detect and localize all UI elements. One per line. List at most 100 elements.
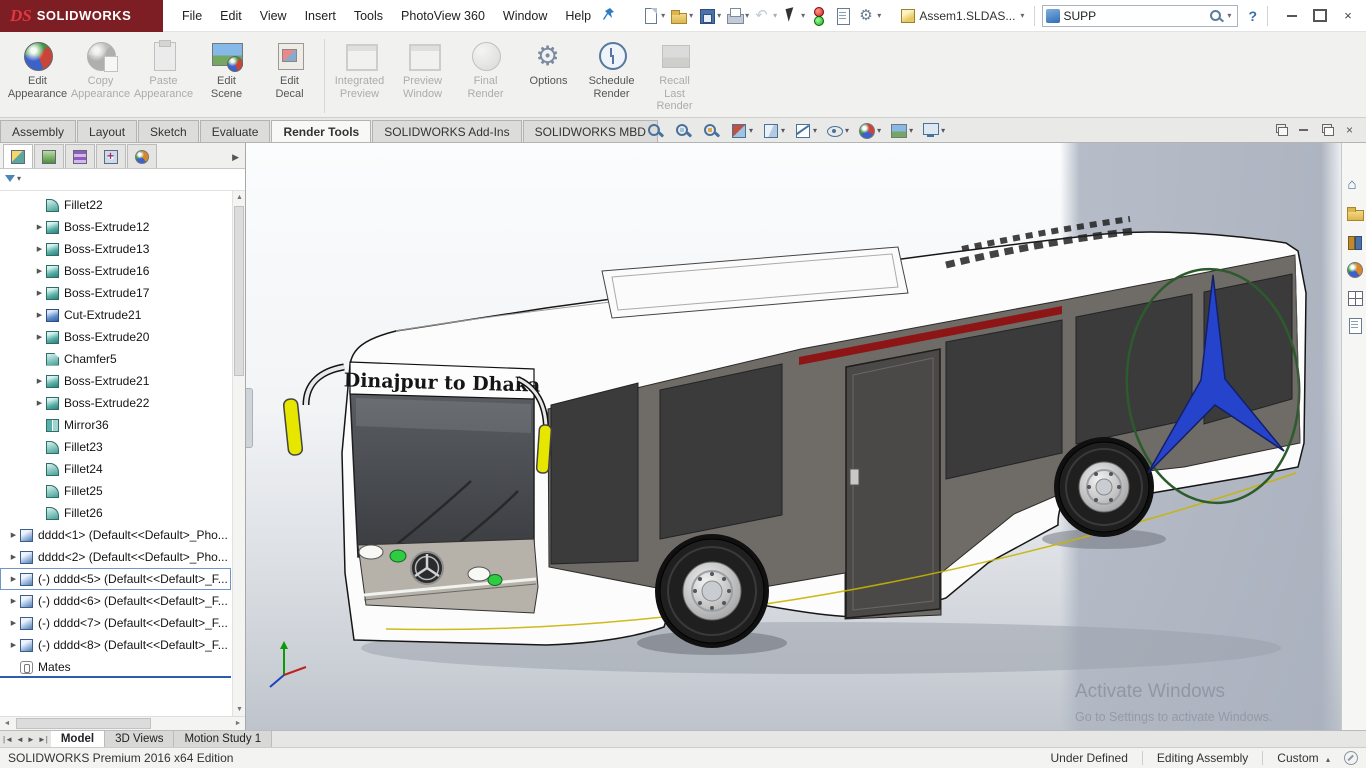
- menu-item[interactable]: Window: [494, 0, 556, 32]
- expand-arrow-icon[interactable]: ▶: [33, 223, 46, 231]
- dropdown-caret-icon[interactable]: ▾: [717, 11, 721, 20]
- expand-arrow-icon[interactable]: ▶: [33, 377, 46, 385]
- hud-button[interactable]: [645, 121, 665, 140]
- toolbar-button[interactable]: ▾: [781, 6, 808, 25]
- tree-item[interactable]: ▶ (-) dddd<7> (Default<<Default>_F...: [0, 612, 231, 634]
- toolbar-button[interactable]: [833, 6, 856, 25]
- expand-arrow-icon[interactable]: ▶: [33, 333, 46, 341]
- dropdown-caret-icon[interactable]: ▾: [1020, 11, 1024, 20]
- copy-appearance-button[interactable]: Copy Appearance: [69, 35, 132, 117]
- help-button[interactable]: ?: [1245, 8, 1260, 24]
- tree-item[interactable]: Mates: [0, 656, 231, 678]
- panel-tab[interactable]: [3, 144, 33, 168]
- hud-button[interactable]: ▾: [729, 121, 753, 140]
- tab-nav-arrow-icon[interactable]: ►|: [38, 735, 48, 744]
- document-maximize-icon[interactable]: [1318, 122, 1335, 137]
- scroll-up-arrow-icon[interactable]: ▲: [233, 191, 245, 204]
- dropdown-caret-icon[interactable]: ▾: [941, 126, 945, 135]
- menu-item[interactable]: View: [251, 0, 296, 32]
- hud-button[interactable]: ▾: [857, 121, 881, 140]
- panel-tab[interactable]: [65, 144, 95, 168]
- hud-button[interactable]: ▾: [761, 121, 785, 140]
- expand-arrow-icon[interactable]: ▶: [33, 245, 46, 253]
- appearances-scenes-icon[interactable]: [1346, 261, 1363, 278]
- schedule-render-button[interactable]: Schedule Render: [580, 35, 643, 117]
- solidworks-resources-icon[interactable]: [1346, 176, 1363, 194]
- tree-item[interactable]: ▶ (-) dddd<5> (Default<<Default>_F...: [0, 568, 231, 590]
- expand-arrow-icon[interactable]: ▶: [33, 311, 46, 319]
- menu-item[interactable]: Edit: [211, 0, 251, 32]
- document-title[interactable]: Assem1.SLDAS... ▾: [901, 8, 1027, 23]
- maximize-button[interactable]: [1307, 5, 1333, 27]
- final-render-button[interactable]: Final Render: [454, 35, 517, 117]
- expand-arrow-icon[interactable]: ▶: [7, 531, 20, 539]
- search-box[interactable]: ▾: [1042, 4, 1239, 27]
- command-tab[interactable]: SOLIDWORKS MBD: [522, 120, 658, 142]
- expand-arrow-icon[interactable]: ▶: [7, 641, 20, 649]
- paste-appearance-button[interactable]: Paste Appearance: [132, 35, 195, 117]
- graphics-viewport[interactable]: Dinajpur to Dhaka Activate Windows Go to…: [246, 143, 1366, 730]
- command-tab[interactable]: SOLIDWORKS Add-Ins: [372, 120, 522, 142]
- tree-item[interactable]: ▶ Boss-Extrude12: [0, 216, 231, 238]
- dropdown-caret-icon[interactable]: ▾: [749, 126, 753, 135]
- toolbar-button[interactable]: [809, 6, 832, 26]
- tree-horizontal-scrollbar[interactable]: ◄ ►: [0, 716, 245, 730]
- close-button[interactable]: ×: [1335, 5, 1361, 27]
- panel-tab[interactable]: [96, 144, 126, 168]
- toolbar-button[interactable]: ▾: [641, 6, 668, 25]
- tree-item[interactable]: Fillet24: [0, 458, 231, 480]
- tree-item[interactable]: Fillet22: [0, 194, 231, 216]
- dropdown-caret-icon[interactable]: ▾: [689, 11, 693, 20]
- document-minimize-icon[interactable]: [1295, 122, 1312, 137]
- document-restore-icon[interactable]: [1272, 122, 1289, 137]
- hud-button[interactable]: [701, 121, 721, 140]
- hud-button[interactable]: ▾: [825, 121, 849, 140]
- command-tab[interactable]: Layout: [77, 120, 138, 142]
- command-tab[interactable]: Evaluate: [199, 120, 271, 142]
- panel-tab[interactable]: [127, 144, 157, 168]
- toolbar-button[interactable]: ▾: [857, 6, 884, 25]
- units-dropdown[interactable]: Custom ▴: [1277, 751, 1330, 765]
- menu-item[interactable]: Insert: [296, 0, 345, 32]
- panel-tab[interactable]: [34, 144, 64, 168]
- search-input[interactable]: [1063, 8, 1207, 23]
- tree-item[interactable]: ▶ Cut-Extrude21: [0, 304, 231, 326]
- scroll-right-arrow-icon[interactable]: ►: [231, 720, 245, 727]
- edit-scene-button[interactable]: Edit Scene: [195, 35, 258, 117]
- tab-overflow-arrow-icon[interactable]: ▶: [232, 152, 239, 168]
- custom-properties-icon[interactable]: [1346, 317, 1363, 334]
- dropdown-caret-icon[interactable]: ▾: [801, 11, 805, 20]
- integrated-preview-button[interactable]: Integrated Preview: [328, 35, 391, 117]
- dropdown-caret-icon[interactable]: ▾: [845, 126, 849, 135]
- scroll-down-arrow-icon[interactable]: ▼: [233, 703, 245, 716]
- toolbar-button[interactable]: ▾: [697, 6, 724, 25]
- tree-item[interactable]: Fillet26: [0, 502, 231, 524]
- dropdown-caret-icon[interactable]: ▾: [813, 126, 817, 135]
- minimize-button[interactable]: [1279, 5, 1305, 27]
- tree-item[interactable]: ▶ Boss-Extrude13: [0, 238, 231, 260]
- hud-button[interactable]: ▾: [889, 121, 913, 140]
- dropdown-caret-icon[interactable]: ▾: [781, 126, 785, 135]
- search-scope-icon[interactable]: [1046, 8, 1061, 23]
- dropdown-caret-icon[interactable]: ▾: [773, 11, 777, 20]
- tags-icon[interactable]: [1344, 751, 1358, 765]
- dropdown-caret-icon[interactable]: ▾: [661, 11, 665, 20]
- units-caret-icon[interactable]: ▴: [1326, 755, 1330, 764]
- menu-item[interactable]: Tools: [345, 0, 392, 32]
- file-explorer-icon[interactable]: [1346, 205, 1364, 222]
- tree-item[interactable]: Fillet25: [0, 480, 231, 502]
- tree-item[interactable]: Mirror36: [0, 414, 231, 436]
- command-tab[interactable]: Sketch: [138, 120, 199, 142]
- tree-item[interactable]: ▶ Boss-Extrude22: [0, 392, 231, 414]
- menu-item[interactable]: Help: [556, 0, 600, 32]
- tab-nav-arrow-icon[interactable]: ►: [27, 735, 35, 744]
- dropdown-caret-icon[interactable]: ▾: [877, 126, 881, 135]
- tab-nav-arrow-icon[interactable]: |◄: [3, 735, 13, 744]
- tree-filter-bar[interactable]: ▾: [0, 169, 245, 191]
- recall-last-render-button[interactable]: Recall Last Render: [643, 35, 706, 117]
- toolbar-button[interactable]: ▾: [725, 6, 752, 25]
- document-tab[interactable]: Motion Study 1: [174, 731, 273, 747]
- document-close-icon[interactable]: ×: [1341, 122, 1358, 137]
- tree-item[interactable]: ▶ dddd<2> (Default<<Default>_Pho...: [0, 546, 231, 568]
- menu-item[interactable]: PhotoView 360: [392, 0, 494, 32]
